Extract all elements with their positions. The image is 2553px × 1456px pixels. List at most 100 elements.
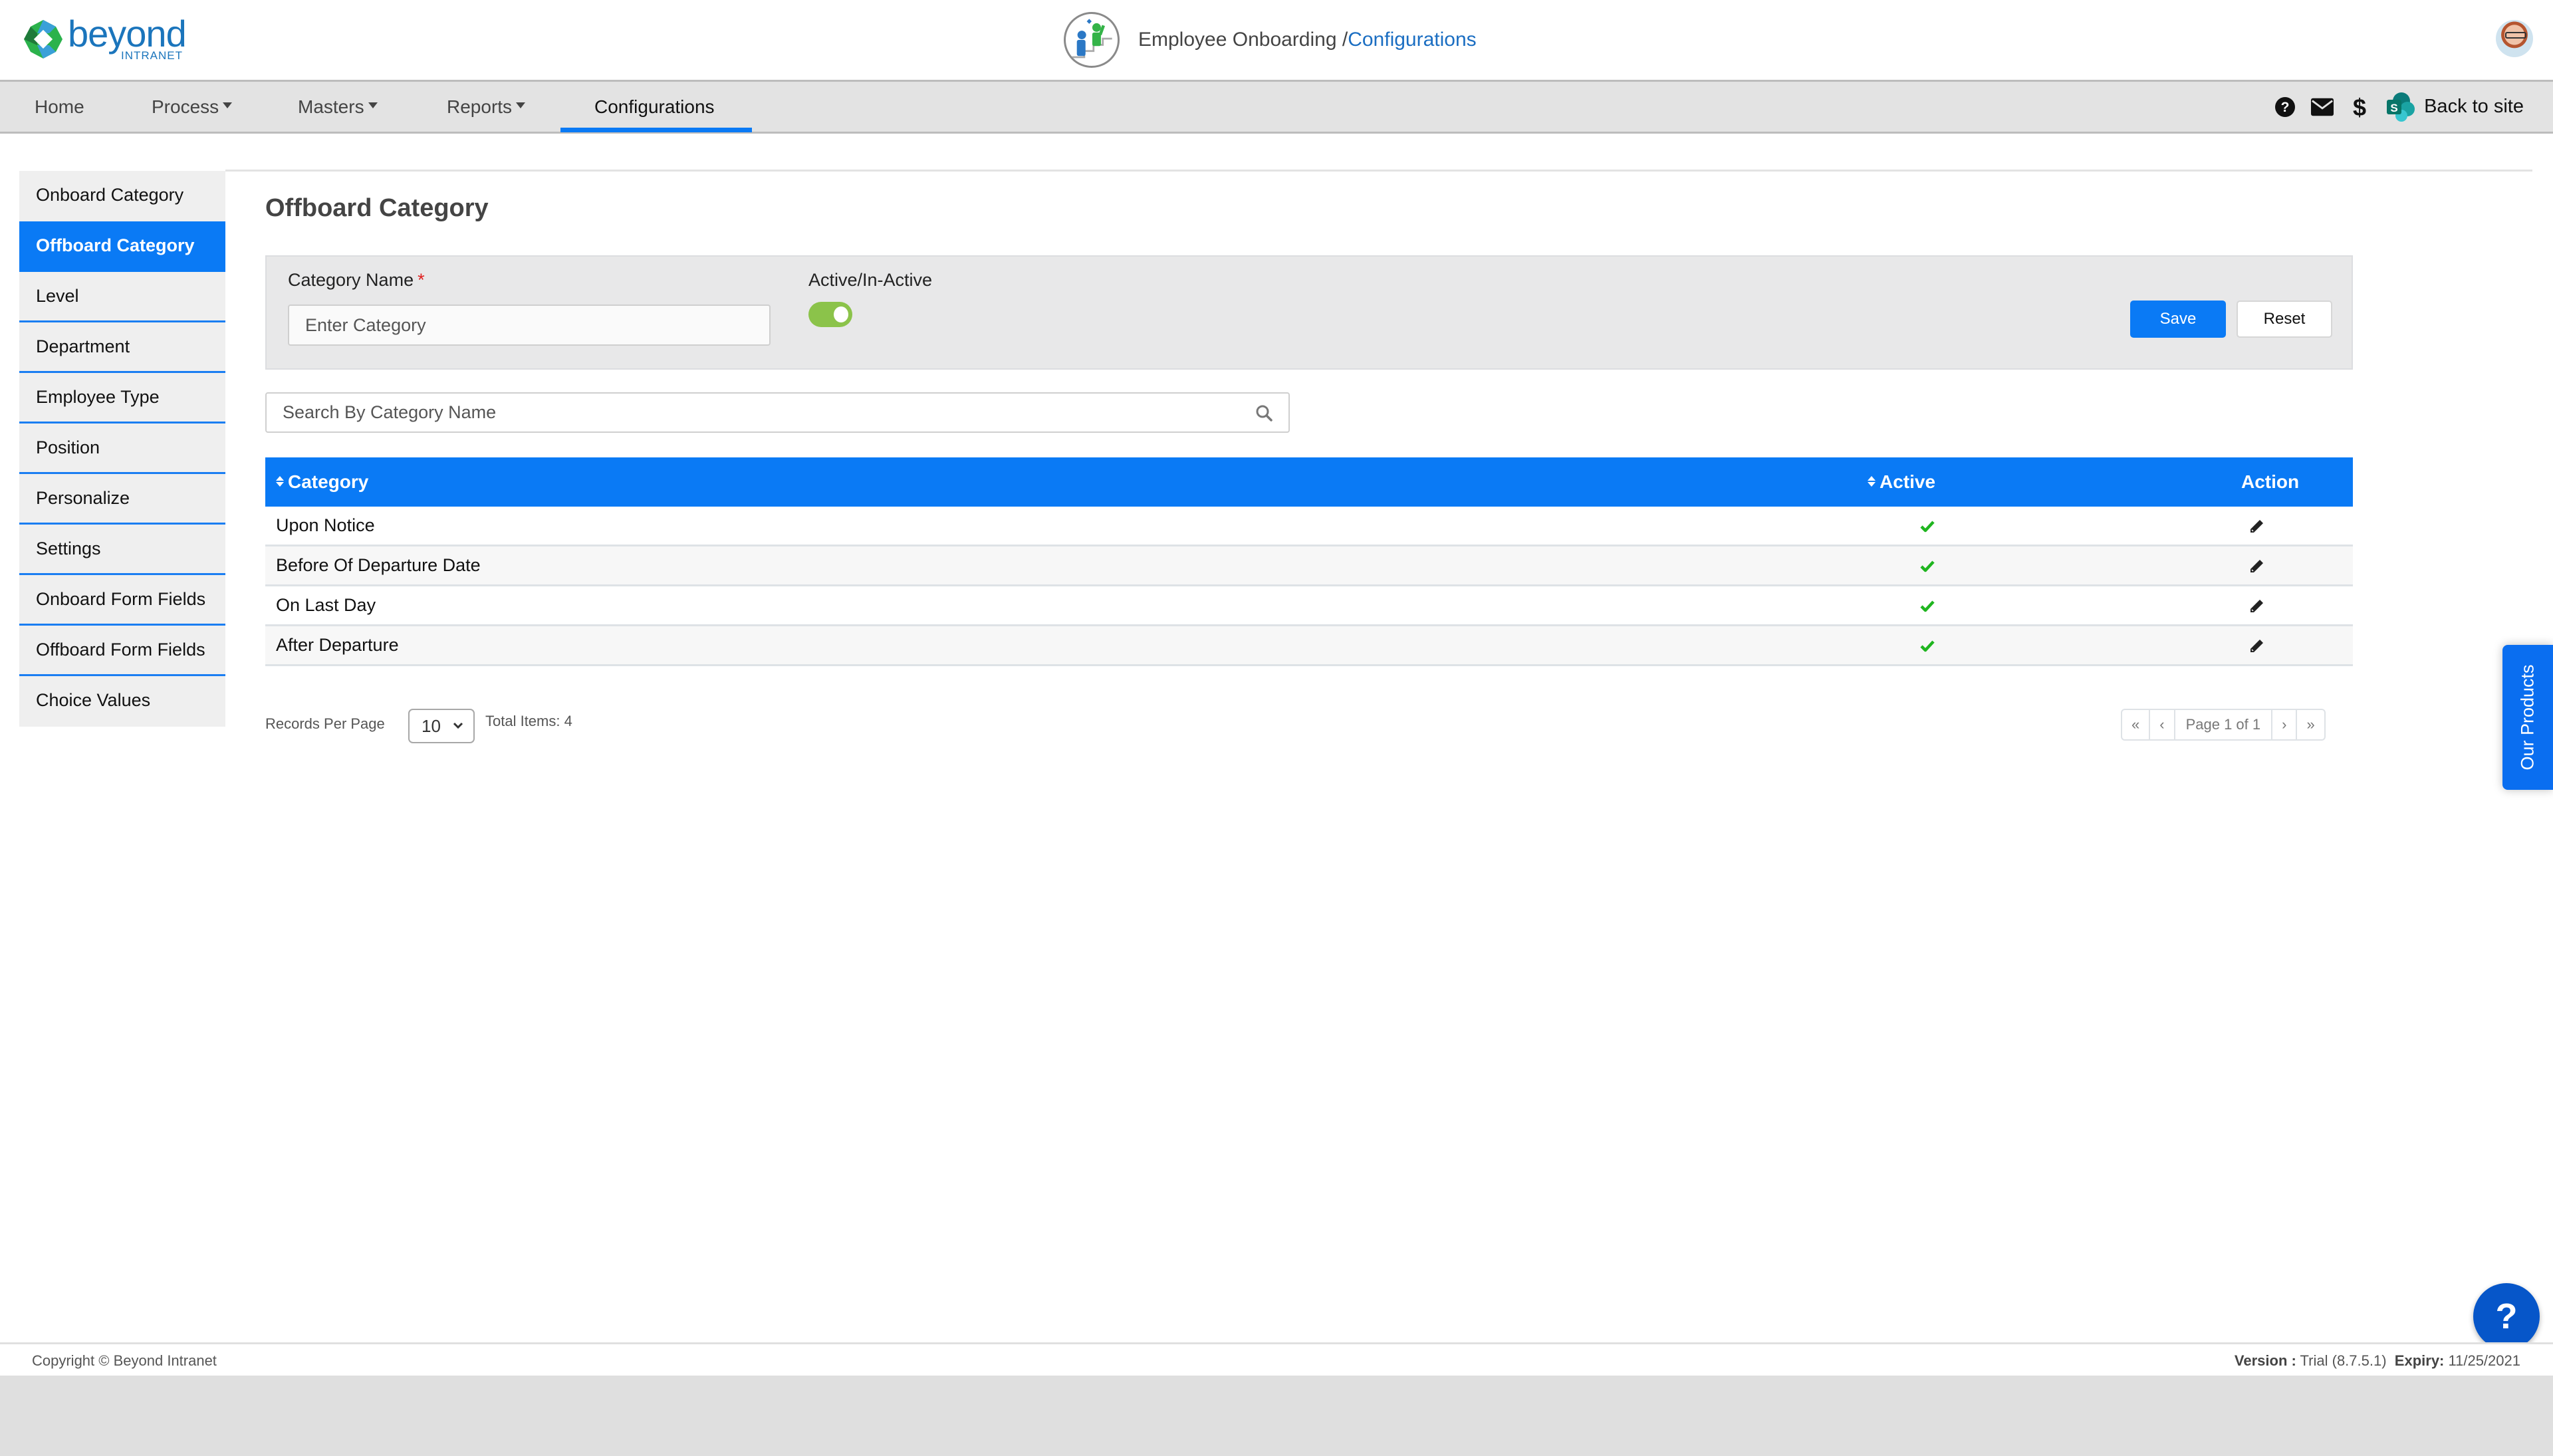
sidebar-item-onboard-form-fields[interactable]: Onboard Form Fields <box>19 575 225 626</box>
our-products-tab[interactable]: Our Products <box>2502 645 2553 790</box>
active-cell <box>1894 546 1961 584</box>
nav-masters-label: Masters <box>298 96 364 117</box>
dollar-icon[interactable]: $ <box>2348 94 2371 120</box>
breadcrumb-configurations[interactable]: Configurations <box>1348 29 1476 51</box>
save-button[interactable]: Save <box>2130 301 2226 338</box>
column-header-label: Action <box>2241 471 2300 492</box>
chevron-right-icon: › <box>2282 716 2287 733</box>
category-cell: After Departure <box>276 635 399 655</box>
sidebar-item-label: Level <box>36 286 79 306</box>
envelope-icon[interactable] <box>2311 96 2334 118</box>
sidebar-item-label: Personalize <box>36 488 130 508</box>
sidebar-item-choice-values[interactable]: Choice Values <box>19 676 225 727</box>
page-bottom-area <box>0 1376 2553 1456</box>
back-to-site-link[interactable]: S Back to site <box>2385 92 2524 122</box>
sidebar-item-offboard-form-fields[interactable]: Offboard Form Fields <box>19 626 225 676</box>
version-value: Trial (8.7.5.1) <box>2300 1352 2387 1369</box>
beyond-logo-icon <box>24 20 62 59</box>
check-icon <box>1920 640 1935 652</box>
pencil-icon <box>2250 519 2263 533</box>
column-header-action: Action <box>2241 457 2299 507</box>
sidebar-item-employee-type[interactable]: Employee Type <box>19 373 225 424</box>
category-name-label: Category Name * <box>288 270 425 291</box>
nav-masters[interactable]: Masters <box>298 82 378 132</box>
active-toggle[interactable] <box>808 302 852 327</box>
help-circle-icon[interactable]: ? <box>2274 96 2296 118</box>
category-search <box>265 392 1290 433</box>
active-cell <box>1894 586 1961 624</box>
edit-button[interactable] <box>2233 507 2280 545</box>
expiry-value: 11/25/2021 <box>2448 1352 2520 1369</box>
sidebar-item-settings[interactable]: Settings <box>19 525 225 575</box>
column-header-label: Active <box>1880 471 1936 492</box>
caret-down-icon <box>516 102 526 109</box>
next-page-button[interactable]: › <box>2272 710 2298 739</box>
nav-configurations[interactable]: Configurations <box>594 82 715 132</box>
help-fab-button[interactable]: ? <box>2473 1283 2540 1350</box>
check-icon <box>1920 521 1935 533</box>
sidebar-item-label: Offboard Form Fields <box>36 640 205 660</box>
nav-home[interactable]: Home <box>35 82 84 132</box>
prev-page-button[interactable]: ‹ <box>2150 710 2175 739</box>
edit-button[interactable] <box>2233 626 2280 664</box>
sidebar-item-label: Employee Type <box>36 387 160 407</box>
records-per-page-select[interactable]: 10 <box>408 709 475 743</box>
sidebar-item-onboard-category[interactable]: Onboard Category <box>19 171 225 221</box>
app-title-block: Employee Onboarding /Configurations <box>1064 12 1477 68</box>
sidebar-item-position[interactable]: Position <box>19 424 225 474</box>
double-chevron-left-icon: « <box>2131 716 2140 733</box>
column-header-active[interactable]: Active <box>1868 457 1935 507</box>
content-divider <box>225 170 2532 172</box>
user-avatar[interactable] <box>2496 20 2533 57</box>
first-page-button[interactable]: « <box>2122 710 2151 739</box>
category-cell: Upon Notice <box>276 515 375 535</box>
category-name-input[interactable] <box>288 304 771 346</box>
last-page-button[interactable]: » <box>2297 710 2324 739</box>
check-icon <box>1920 600 1935 612</box>
check-icon <box>1920 560 1935 572</box>
footer: Copyright © Beyond Intranet Version : Tr… <box>0 1342 2553 1376</box>
nav-right-tools: ? $ S Back to site <box>2274 82 2524 132</box>
chevron-left-icon: ‹ <box>2159 716 2165 733</box>
search-icon[interactable] <box>1255 404 1273 422</box>
brand-logo[interactable]: beyond INTRANET <box>23 13 195 65</box>
category-table: Category Active Action Upon Notice Befor… <box>265 457 2353 666</box>
sidebar-item-department[interactable]: Department <box>19 322 225 373</box>
nav-process-label: Process <box>152 96 219 117</box>
svg-text:?: ? <box>2281 100 2290 115</box>
sidebar-item-label: Onboard Category <box>36 185 184 205</box>
sidebar-item-level[interactable]: Level <box>19 272 225 322</box>
chevron-down-icon <box>453 722 463 729</box>
search-input[interactable] <box>267 394 1288 431</box>
version-info: Version : Trial (8.7.5.1) Expiry: 11/25/… <box>2235 1352 2520 1370</box>
sidebar-item-label: Department <box>36 336 130 356</box>
table-row: On Last Day <box>265 586 2353 626</box>
page-title: Offboard Category <box>265 194 489 222</box>
table-row: After Departure <box>265 626 2353 666</box>
active-toggle-label: Active/In-Active <box>808 270 933 290</box>
sharepoint-icon: S <box>2387 92 2415 122</box>
sidebar-item-offboard-category[interactable]: Offboard Category <box>19 221 225 272</box>
onboarding-app-icon <box>1064 12 1120 68</box>
reset-button[interactable]: Reset <box>2237 301 2332 338</box>
question-mark-icon: ? <box>2495 1296 2518 1336</box>
nav-process[interactable]: Process <box>152 82 233 132</box>
page-info: Page 1 of 1 <box>2175 710 2273 739</box>
nav-reports[interactable]: Reports <box>447 82 526 132</box>
our-products-label: Our Products <box>2517 664 2538 771</box>
category-form: Category Name* Active/In-Active Save Res… <box>265 255 2353 370</box>
brand-sub: INTRANET <box>121 49 183 62</box>
caret-down-icon <box>368 102 378 109</box>
nav-home-label: Home <box>35 96 84 117</box>
table-header: Category Active Action <box>265 457 2353 507</box>
sidebar-item-personalize[interactable]: Personalize <box>19 474 225 525</box>
column-header-category[interactable]: Category <box>276 457 368 507</box>
active-tab-indicator <box>560 128 752 132</box>
category-name-label-text: Category Name <box>288 270 414 290</box>
records-per-page-label: Records Per Page <box>265 715 385 732</box>
edit-button[interactable] <box>2233 546 2280 584</box>
column-header-label: Category <box>288 471 369 492</box>
category-cell: Before Of Departure Date <box>276 555 481 575</box>
sidebar-item-label: Choice Values <box>36 690 151 710</box>
edit-button[interactable] <box>2233 586 2280 624</box>
